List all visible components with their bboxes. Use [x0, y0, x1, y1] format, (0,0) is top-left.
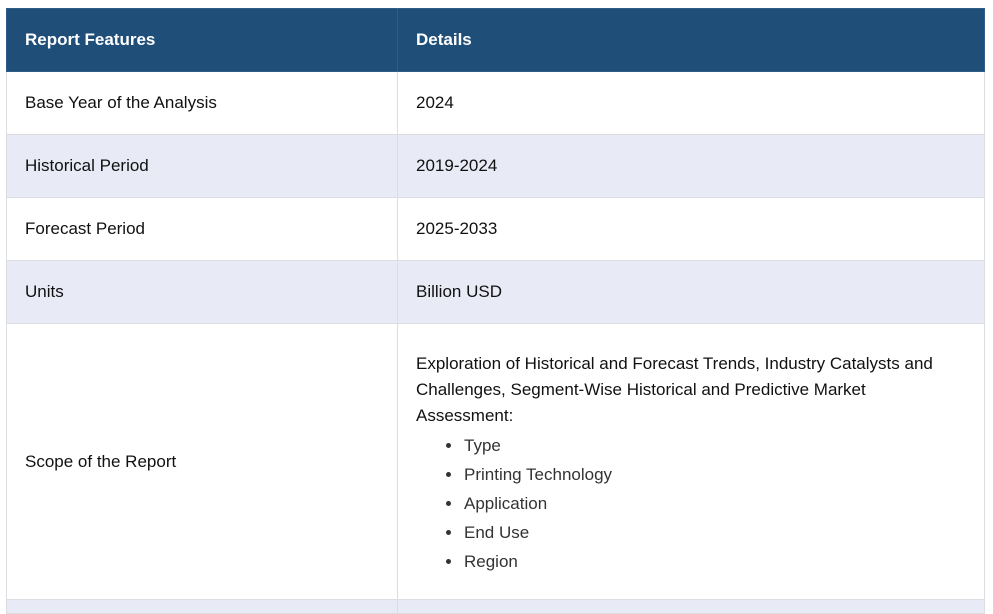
table-header-row: Report Features Details [6, 8, 985, 72]
list-item: End Use [446, 518, 966, 547]
scope-detail-cell: Exploration of Historical and Forecast T… [397, 323, 985, 600]
feature-cell [6, 599, 398, 614]
list-item: Application [446, 489, 966, 518]
feature-cell: Units [6, 260, 398, 324]
feature-cell: Scope of the Report [6, 323, 398, 600]
bullet-icon [446, 559, 451, 564]
scope-intro: Exploration of Historical and Forecast T… [416, 354, 933, 425]
bullet-icon [446, 472, 451, 477]
feature-cell: Base Year of the Analysis [6, 71, 398, 135]
bullet-icon [446, 501, 451, 506]
table-row: Base Year of the Analysis 2024 [6, 71, 985, 135]
detail-cell: 2025-2033 [397, 197, 985, 261]
bullet-label: Type [464, 436, 501, 455]
table-row: Forecast Period 2025-2033 [6, 197, 985, 261]
bullet-label: End Use [464, 523, 530, 542]
bullet-label: Printing Technology [464, 465, 613, 484]
bullet-label: Application [464, 494, 548, 513]
table-row: Historical Period 2019-2024 [6, 134, 985, 198]
list-item: Type [446, 431, 966, 460]
feature-cell: Historical Period [6, 134, 398, 198]
table-row: Units Billion USD [6, 260, 985, 324]
detail-cell: 2024 [397, 71, 985, 135]
list-item: Region [446, 547, 966, 576]
detail-cell: Billion USD [397, 260, 985, 324]
report-features-table-container: Report Features Details Base Year of the… [6, 8, 985, 614]
list-item: Printing Technology [446, 460, 966, 489]
header-details: Details [397, 8, 985, 72]
detail-cell: 2019-2024 [397, 134, 985, 198]
report-features-table: Report Features Details Base Year of the… [6, 8, 985, 614]
bullet-icon [446, 443, 451, 448]
feature-cell: Forecast Period [6, 197, 398, 261]
bullet-icon [446, 530, 451, 535]
scope-row: Scope of the Report Exploration of Histo… [6, 323, 985, 600]
detail-cell [397, 599, 985, 614]
bullet-label: Region [464, 552, 518, 571]
table-row-partial [6, 599, 985, 614]
header-report-features: Report Features [6, 8, 398, 72]
scope-bullet-list: Type Printing Technology Application End… [446, 431, 966, 576]
